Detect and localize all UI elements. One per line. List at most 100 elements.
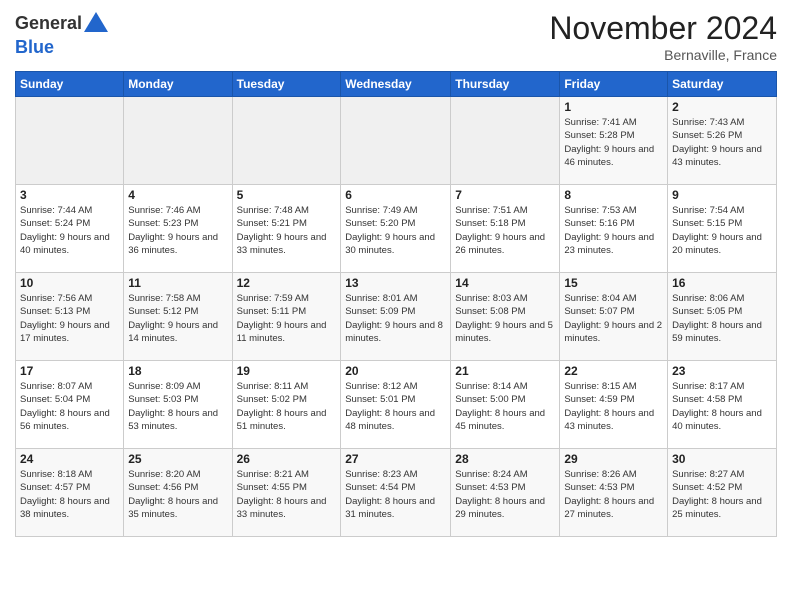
calendar-cell: 23 Sunrise: 8:17 AM Sunset: 4:58 PM Dayli… <box>668 361 777 449</box>
calendar-cell: 1 Sunrise: 7:41 AM Sunset: 5:28 PM Daylig… <box>560 97 668 185</box>
calendar-cell: 20 Sunrise: 8:12 AM Sunset: 5:01 PM Dayli… <box>341 361 451 449</box>
day-number: 27 <box>345 452 446 466</box>
day-number: 22 <box>564 364 663 378</box>
day-info: Sunrise: 7:49 AM Sunset: 5:20 PM Dayligh… <box>345 204 446 257</box>
day-info: Sunrise: 8:09 AM Sunset: 5:03 PM Dayligh… <box>128 380 227 433</box>
calendar-cell: 9Sunrise: 7:54 AM Sunset: 5:15 PM Daylig… <box>668 185 777 273</box>
day-number: 1 <box>564 100 663 114</box>
logo: General Blue <box>15 10 110 58</box>
day-info: Sunrise: 7:43 AM Sunset: 5:26 PM Dayligh… <box>672 116 772 169</box>
day-info: Sunrise: 8:15 AM Sunset: 4:59 PM Dayligh… <box>564 380 663 433</box>
day-number: 11 <box>128 276 227 290</box>
calendar-week-0: 1 Sunrise: 7:41 AM Sunset: 5:28 PM Daylig… <box>16 97 777 185</box>
calendar-cell: 17 Sunrise: 8:07 AM Sunset: 5:04 PM Dayli… <box>16 361 124 449</box>
day-info: Sunrise: 7:41 AM Sunset: 5:28 PM Dayligh… <box>564 116 663 169</box>
header-saturday: Saturday <box>668 72 777 97</box>
calendar-cell <box>451 97 560 185</box>
calendar-cell: 4 Sunrise: 7:46 AM Sunset: 5:23 PM Daylig… <box>124 185 232 273</box>
calendar-cell: 14Sunrise: 8:03 AM Sunset: 5:08 PM Dayli… <box>451 273 560 361</box>
day-number: 15 <box>564 276 663 290</box>
day-info: Sunrise: 8:07 AM Sunset: 5:04 PM Dayligh… <box>20 380 119 433</box>
day-info: Sunrise: 8:20 AM Sunset: 4:56 PM Dayligh… <box>128 468 227 521</box>
day-number: 29 <box>564 452 663 466</box>
location: Bernaville, France <box>549 47 777 63</box>
calendar-cell: 11 Sunrise: 7:58 AM Sunset: 5:12 PM Dayli… <box>124 273 232 361</box>
day-number: 30 <box>672 452 772 466</box>
day-info: Sunrise: 7:51 AM Sunset: 5:18 PM Dayligh… <box>455 204 555 257</box>
day-info: Sunrise: 8:18 AM Sunset: 4:57 PM Dayligh… <box>20 468 119 521</box>
calendar-cell: 12 Sunrise: 7:59 AM Sunset: 5:11 PM Dayli… <box>232 273 341 361</box>
day-number: 25 <box>128 452 227 466</box>
header-wednesday: Wednesday <box>341 72 451 97</box>
calendar-cell: 22 Sunrise: 8:15 AM Sunset: 4:59 PM Dayli… <box>560 361 668 449</box>
day-number: 8 <box>564 188 663 202</box>
calendar-cell: 7 Sunrise: 7:51 AM Sunset: 5:18 PM Daylig… <box>451 185 560 273</box>
calendar-cell: 6 Sunrise: 7:49 AM Sunset: 5:20 PM Daylig… <box>341 185 451 273</box>
calendar-cell <box>16 97 124 185</box>
day-number: 21 <box>455 364 555 378</box>
day-info: Sunrise: 7:58 AM Sunset: 5:12 PM Dayligh… <box>128 292 227 345</box>
calendar-body: 1 Sunrise: 7:41 AM Sunset: 5:28 PM Daylig… <box>16 97 777 537</box>
calendar-cell <box>124 97 232 185</box>
logo-icon <box>82 10 110 38</box>
day-number: 12 <box>237 276 337 290</box>
day-number: 17 <box>20 364 119 378</box>
day-info: Sunrise: 7:46 AM Sunset: 5:23 PM Dayligh… <box>128 204 227 257</box>
day-info: Sunrise: 8:12 AM Sunset: 5:01 PM Dayligh… <box>345 380 446 433</box>
calendar-cell: 29 Sunrise: 8:26 AM Sunset: 4:53 PM Dayli… <box>560 449 668 537</box>
calendar-cell: 10 Sunrise: 7:56 AM Sunset: 5:13 PM Dayli… <box>16 273 124 361</box>
calendar-cell: 30 Sunrise: 8:27 AM Sunset: 4:52 PM Dayli… <box>668 449 777 537</box>
day-number: 6 <box>345 188 446 202</box>
day-info: Sunrise: 7:53 AM Sunset: 5:16 PM Dayligh… <box>564 204 663 257</box>
day-info: Sunrise: 8:11 AM Sunset: 5:02 PM Dayligh… <box>237 380 337 433</box>
day-info: Sunrise: 7:59 AM Sunset: 5:11 PM Dayligh… <box>237 292 337 345</box>
day-info: Sunrise: 8:04 AM Sunset: 5:07 PM Dayligh… <box>564 292 663 345</box>
calendar-header: Sunday Monday Tuesday Wednesday Thursday… <box>16 72 777 97</box>
day-info: Sunrise: 7:44 AM Sunset: 5:24 PM Dayligh… <box>20 204 119 257</box>
day-number: 4 <box>128 188 227 202</box>
calendar-cell: 15 Sunrise: 8:04 AM Sunset: 5:07 PM Dayli… <box>560 273 668 361</box>
calendar-cell: 26Sunrise: 8:21 AM Sunset: 4:55 PM Dayli… <box>232 449 341 537</box>
day-number: 28 <box>455 452 555 466</box>
calendar-cell: 27Sunrise: 8:23 AM Sunset: 4:54 PM Dayli… <box>341 449 451 537</box>
calendar-cell: 18 Sunrise: 8:09 AM Sunset: 5:03 PM Dayli… <box>124 361 232 449</box>
day-number: 20 <box>345 364 446 378</box>
calendar-cell: 21Sunrise: 8:14 AM Sunset: 5:00 PM Dayli… <box>451 361 560 449</box>
day-number: 10 <box>20 276 119 290</box>
calendar-cell: 2Sunrise: 7:43 AM Sunset: 5:26 PM Daylig… <box>668 97 777 185</box>
calendar-cell: 5Sunrise: 7:48 AM Sunset: 5:21 PM Daylig… <box>232 185 341 273</box>
day-info: Sunrise: 8:27 AM Sunset: 4:52 PM Dayligh… <box>672 468 772 521</box>
day-info: Sunrise: 8:03 AM Sunset: 5:08 PM Dayligh… <box>455 292 555 345</box>
calendar-cell: 24Sunrise: 8:18 AM Sunset: 4:57 PM Dayli… <box>16 449 124 537</box>
header-thursday: Thursday <box>451 72 560 97</box>
calendar-week-1: 3 Sunrise: 7:44 AM Sunset: 5:24 PM Daylig… <box>16 185 777 273</box>
day-number: 23 <box>672 364 772 378</box>
header-monday: Monday <box>124 72 232 97</box>
calendar-cell: 28Sunrise: 8:24 AM Sunset: 4:53 PM Dayli… <box>451 449 560 537</box>
day-number: 13 <box>345 276 446 290</box>
calendar-week-4: 24Sunrise: 8:18 AM Sunset: 4:57 PM Dayli… <box>16 449 777 537</box>
day-number: 7 <box>455 188 555 202</box>
day-info: Sunrise: 8:06 AM Sunset: 5:05 PM Dayligh… <box>672 292 772 345</box>
calendar-table: Sunday Monday Tuesday Wednesday Thursday… <box>15 71 777 537</box>
day-number: 16 <box>672 276 772 290</box>
main-container: General Blue November 2024 Bernaville, F… <box>0 0 792 612</box>
day-number: 19 <box>237 364 337 378</box>
day-number: 3 <box>20 188 119 202</box>
calendar-cell: 8 Sunrise: 7:53 AM Sunset: 5:16 PM Daylig… <box>560 185 668 273</box>
logo-general: General <box>15 13 82 33</box>
month-title: November 2024 <box>549 10 777 47</box>
calendar-cell: 13 Sunrise: 8:01 AM Sunset: 5:09 PM Dayli… <box>341 273 451 361</box>
day-info: Sunrise: 8:26 AM Sunset: 4:53 PM Dayligh… <box>564 468 663 521</box>
calendar-cell: 25 Sunrise: 8:20 AM Sunset: 4:56 PM Dayli… <box>124 449 232 537</box>
header-tuesday: Tuesday <box>232 72 341 97</box>
logo-blue-text: Blue <box>15 37 54 57</box>
day-info: Sunrise: 7:56 AM Sunset: 5:13 PM Dayligh… <box>20 292 119 345</box>
title-block: November 2024 Bernaville, France <box>549 10 777 63</box>
logo-text: General <box>15 14 82 34</box>
day-info: Sunrise: 8:21 AM Sunset: 4:55 PM Dayligh… <box>237 468 337 521</box>
day-number: 9 <box>672 188 772 202</box>
day-number: 18 <box>128 364 227 378</box>
day-info: Sunrise: 8:01 AM Sunset: 5:09 PM Dayligh… <box>345 292 446 345</box>
day-info: Sunrise: 8:17 AM Sunset: 4:58 PM Dayligh… <box>672 380 772 433</box>
